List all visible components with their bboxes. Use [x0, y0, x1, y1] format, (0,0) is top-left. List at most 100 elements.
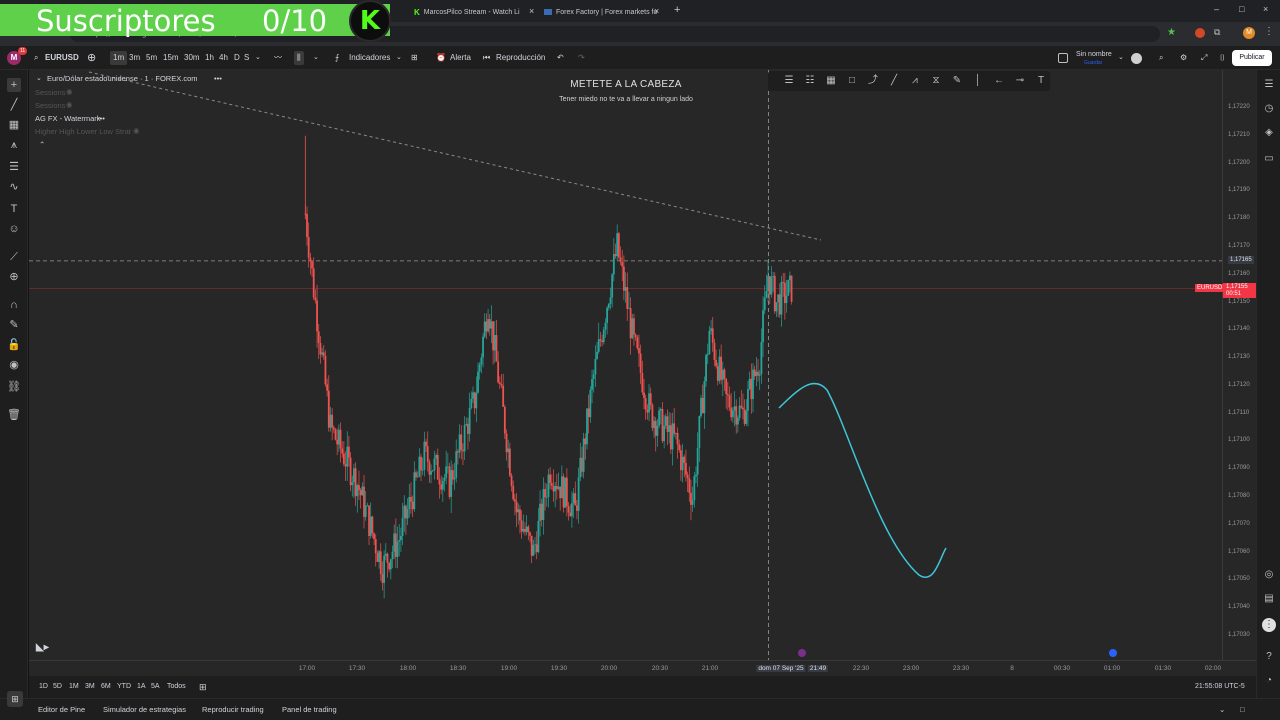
- interval-1m[interactable]: 1m: [110, 51, 128, 65]
- browser-tab[interactable]: Forex Factory | Forex markets fo: [538, 2, 666, 22]
- interval-3m[interactable]: 3m: [129, 51, 140, 65]
- range-1m[interactable]: 1M: [69, 683, 79, 690]
- date-range-icon[interactable]: ⊞: [199, 682, 207, 693]
- trash-icon[interactable]: 🗑: [7, 408, 21, 422]
- clock-readout[interactable]: 21:55:08 UTC-5: [1195, 683, 1245, 690]
- text-icon[interactable]: T: [7, 202, 21, 216]
- pattern-icon[interactable]: ⩚: [7, 138, 21, 152]
- browser-tab[interactable]: K MarcosPilco Stream - Watch Li: [408, 2, 536, 22]
- parallel-channel-icon[interactable]: ☷: [803, 74, 817, 88]
- eye-icon[interactable]: ◉: [7, 358, 21, 372]
- grid-icon[interactable]: ▦: [824, 74, 838, 88]
- interval-15m[interactable]: 15m: [163, 51, 179, 65]
- forecast-icon[interactable]: ☰: [7, 160, 21, 174]
- redo-icon[interactable]: ↷: [578, 51, 585, 65]
- chart-pane[interactable]: [29, 70, 1222, 660]
- replay-button[interactable]: Reproducción: [496, 51, 545, 65]
- fib-icon[interactable]: ▦: [7, 118, 21, 132]
- interval-d[interactable]: D: [234, 51, 240, 65]
- horizontal-ray-icon[interactable]: ⊸: [1013, 74, 1027, 88]
- minimize-icon[interactable]: –: [1214, 4, 1219, 14]
- templates-icon[interactable]: ⊞: [411, 51, 418, 65]
- lock-icon[interactable]: 🔓: [7, 338, 21, 352]
- close-window-icon[interactable]: ×: [1263, 4, 1268, 14]
- notifications-icon[interactable]: ◔: [1262, 674, 1276, 688]
- eye-icon[interactable]: ◉: [66, 87, 73, 96]
- time-axis[interactable]: 17:00 17:30 18:00 18:30 19:00 19:30 20:00 20:30…: [29, 660, 1256, 676]
- help-icon[interactable]: ?: [1262, 650, 1276, 664]
- magnet-icon[interactable]: ∩: [7, 298, 21, 312]
- screener-icon[interactable]: ⊞: [7, 691, 23, 707]
- fullscreen-icon[interactable]: ⤢: [1201, 51, 1207, 65]
- new-tab-icon[interactable]: +: [674, 4, 680, 16]
- profile-avatar[interactable]: M: [1243, 27, 1255, 39]
- link-icon[interactable]: ⛓: [7, 380, 21, 394]
- range-1a[interactable]: 1A: [137, 683, 146, 690]
- indicators-button[interactable]: Indicadores: [349, 51, 390, 65]
- extension-icon[interactable]: [1195, 28, 1205, 38]
- ruler-icon[interactable]: ⟋: [7, 250, 21, 264]
- tab-pine-editor[interactable]: Editor de Pine: [38, 705, 85, 714]
- tab-trading-panel[interactable]: Panel de trading: [282, 705, 337, 714]
- browser-menu-icon[interactable]: ⋮: [1264, 26, 1274, 37]
- publish-button[interactable]: Publicar: [1232, 50, 1272, 66]
- maximize-panel-icon[interactable]: □: [1240, 705, 1245, 714]
- arrow-left-icon[interactable]: ←: [992, 74, 1006, 88]
- indicators-icon[interactable]: ⨍: [335, 51, 339, 65]
- brush-icon[interactable]: ∿: [7, 180, 21, 194]
- tab-trading-replay[interactable]: Reproducir trading: [202, 705, 264, 714]
- alert-icon[interactable]: ⏰: [436, 51, 446, 65]
- interval-4h[interactable]: 4h: [219, 51, 228, 65]
- eye-icon[interactable]: ◉: [66, 100, 73, 109]
- range-5a[interactable]: 5A: [151, 683, 160, 690]
- price-axis[interactable]: 1,17220 1,17210 1,17200 1,17190 1,17180 1,171…: [1222, 70, 1256, 660]
- indicator-legend[interactable]: AG FX - Watermark: [35, 114, 101, 123]
- crosshair-icon[interactable]: +: [7, 78, 21, 92]
- interval-s[interactable]: S: [244, 51, 249, 65]
- interval-30m[interactable]: 30m: [184, 51, 200, 65]
- legend-more-icon[interactable]: •••: [97, 114, 105, 123]
- line-icon[interactable]: ╱: [887, 74, 901, 88]
- bookmark-star-icon[interactable]: ★: [1167, 27, 1176, 38]
- zoom-search-icon[interactable]: ⌕: [1159, 51, 1163, 65]
- eye-icon[interactable]: ◉: [133, 126, 140, 135]
- apps-grid-icon[interactable]: ⋮: [1262, 618, 1276, 632]
- range-6m[interactable]: 6M: [101, 683, 111, 690]
- indicator-legend[interactable]: Sessions: [35, 101, 65, 110]
- horizontal-lines-icon[interactable]: ☰: [782, 74, 796, 88]
- curve-icon[interactable]: ⤴: [866, 74, 880, 88]
- range-3m[interactable]: 3M: [85, 683, 95, 690]
- range-1d[interactable]: 1D: [39, 683, 48, 690]
- candles-icon[interactable]: ⫼: [294, 51, 304, 65]
- chevron-up-icon[interactable]: ⌃: [39, 140, 45, 149]
- zoom-in-icon[interactable]: ⊕: [7, 270, 21, 284]
- calendar-icon[interactable]: ▤: [1262, 592, 1276, 606]
- alerts-clock-icon[interactable]: ◷: [1262, 102, 1276, 116]
- chevron-down-icon[interactable]: ⌄: [255, 51, 261, 65]
- chevron-down-icon[interactable]: ⌄: [313, 51, 319, 65]
- extensions-puzzle-icon[interactable]: ⧉: [1214, 27, 1220, 38]
- camera-icon[interactable]: ⌷: [1220, 51, 1225, 65]
- rectangle-icon[interactable]: □: [845, 74, 859, 88]
- symbol-search[interactable]: EURUSD: [45, 51, 79, 65]
- interval-1h[interactable]: 1h: [205, 51, 214, 65]
- range-5d[interactable]: 5D: [53, 683, 62, 690]
- chevron-down-icon[interactable]: ⌄: [396, 51, 402, 65]
- layers-icon[interactable]: ◈: [1262, 126, 1276, 140]
- compare-add-icon[interactable]: ⊕: [87, 51, 96, 65]
- maximize-icon[interactable]: □: [1239, 4, 1244, 14]
- close-icon[interactable]: ×: [654, 6, 659, 16]
- chevron-down-icon[interactable]: ⌄: [1118, 51, 1124, 65]
- settings-dot-icon[interactable]: [1131, 53, 1142, 64]
- tab-strategy-tester[interactable]: Simulador de estrategias: [103, 705, 186, 714]
- close-icon[interactable]: ×: [529, 6, 534, 16]
- line-chart-icon[interactable]: 〰: [274, 51, 282, 65]
- undo-icon[interactable]: ↶: [557, 51, 564, 65]
- gear-icon[interactable]: ⚙: [1180, 51, 1187, 65]
- indicator-legend[interactable]: Sessions: [35, 88, 65, 97]
- pencil-lock-icon[interactable]: ✎: [7, 318, 21, 332]
- replay-icon[interactable]: ⏮: [483, 51, 490, 65]
- legend-collapse-icon[interactable]: ⌄: [36, 74, 42, 82]
- watchlist-icon[interactable]: ☰: [1262, 78, 1276, 92]
- range-ytd[interactable]: YTD: [117, 683, 131, 690]
